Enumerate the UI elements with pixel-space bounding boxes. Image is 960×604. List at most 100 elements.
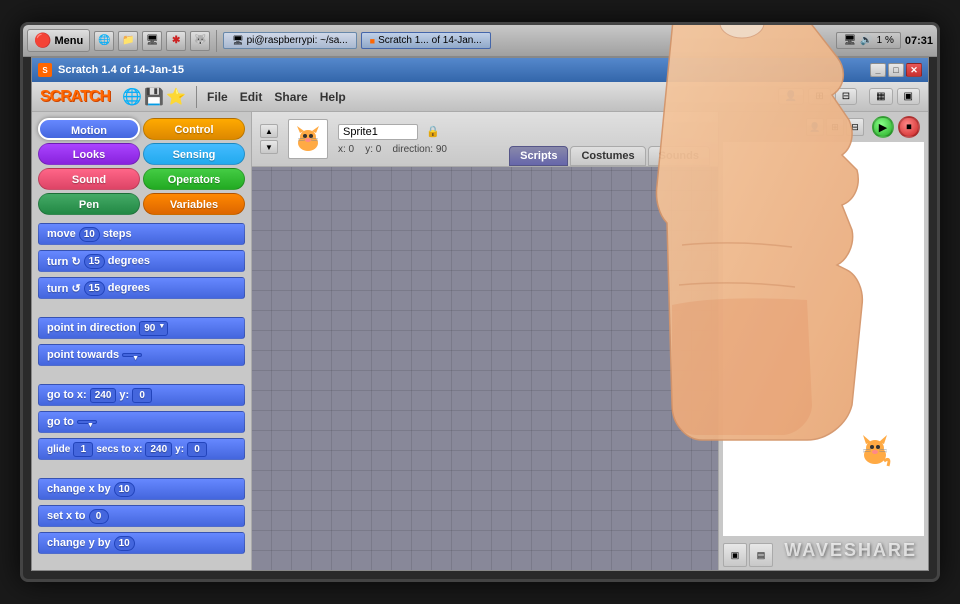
category-operators[interactable]: Operators [143, 168, 245, 190]
scratch-logo: SCRATCH [40, 88, 110, 106]
layout-btn-2[interactable]: ⊟ [835, 88, 857, 105]
stop-btn[interactable]: ⏹ [898, 116, 920, 138]
category-looks[interactable]: Looks [38, 143, 140, 165]
sys-tray: 🖥 🔊 1 % [836, 32, 900, 49]
layout-small-btn[interactable]: ▣ [897, 88, 920, 105]
volume-icon: 🔊 [860, 35, 872, 46]
category-motion[interactable]: Motion [38, 118, 140, 140]
block-spacer-3 [38, 465, 245, 473]
sprite-next-btn[interactable]: ▼ [260, 140, 278, 154]
sprite-prev-btn[interactable]: ▲ [260, 124, 278, 138]
sprite-name-row: 🔒 [338, 124, 447, 140]
menu-bar: File Edit Share Help [207, 90, 346, 104]
scratch-taskbar-title: Scratch 1... [378, 35, 429, 46]
stage-bottom-btn-2[interactable]: ▤ [749, 543, 773, 567]
window-titlebar: S Scratch 1.4 of 14-Jan-15 _ □ ✕ [32, 58, 928, 82]
block-goto[interactable]: go to [38, 411, 245, 433]
scratch-app-btn[interactable]: ■ Scratch 1... of 14-Jan... [361, 32, 491, 49]
scripts-panel: ▲ ▼ [252, 112, 718, 570]
close-button[interactable]: ✕ [906, 63, 922, 77]
sprite-y: y: 0 [365, 144, 381, 155]
menu-help[interactable]: Help [320, 90, 346, 104]
tb-icon-file[interactable]: 📁 [118, 31, 138, 51]
tb-icon-wolf[interactable]: 🐺 [190, 31, 210, 51]
scratch-main: Motion Control Looks Sensing Sound Opera… [32, 112, 928, 570]
block-set-x[interactable]: set x to 0 [38, 505, 245, 527]
taskbar: 🔴 Menu 🌐 📁 🖥 ✱ 🐺 🖥 pi@raspberrypi: ~/sa.… [23, 25, 937, 57]
tb-scratch-icon: ■ [370, 36, 375, 46]
sprite-bar: ▲ ▼ [252, 112, 718, 167]
layout-grid-btn[interactable]: ▦ [869, 88, 892, 105]
globe-icon-btn[interactable]: 🌐 [122, 87, 142, 107]
sprite-info: 🔒 x: 0 y: 0 direction: 90 [338, 124, 447, 155]
sprite-coords: x: 0 y: 0 direction: 90 [338, 144, 447, 155]
scratch-toolbar: SCRATCH 🌐 💾 ⭐ File Edit Share Help 👤 ⊞ ⊟… [32, 82, 928, 112]
menu-button[interactable]: 🔴 Menu [27, 29, 90, 52]
category-variables[interactable]: Variables [143, 193, 245, 215]
sprite-thumbnail [288, 119, 328, 159]
stage-user-btn[interactable]: 👤 [806, 118, 824, 136]
window-controls: _ □ ✕ [870, 63, 922, 77]
window-icon: S [38, 63, 52, 77]
layout-btn-1[interactable]: ⊞ [808, 88, 830, 105]
scratch-icons-left: 🌐 💾 ⭐ [122, 87, 186, 107]
sprite-direction: direction: 90 [393, 144, 447, 155]
block-glide[interactable]: glide 1 secs to x: 240 y: 0 [38, 438, 245, 460]
stage-cat-sprite [856, 431, 894, 476]
sprite-name-input[interactable] [338, 124, 418, 140]
category-control[interactable]: Control [143, 118, 245, 140]
tab-scripts[interactable]: Scripts [509, 146, 568, 166]
stage-icon-row: 👤 ⊞ ⊟ [806, 118, 868, 136]
category-sound[interactable]: Sound [38, 168, 140, 190]
tb-icon-globe[interactable]: 🌐 [94, 31, 114, 51]
block-change-y[interactable]: change y by 10 [38, 532, 245, 554]
volume-level: 1 % [877, 35, 894, 46]
stage-panel: 👤 ⊞ ⊟ ▶ ⏹ [718, 112, 928, 570]
taskbar-right: 🖥 🔊 1 % 07:31 [836, 32, 933, 49]
category-sensing[interactable]: Sensing [143, 143, 245, 165]
stage-bottom-btn-1[interactable]: ▣ [723, 543, 747, 567]
block-turn-ccw[interactable]: turn ↺ 15 degrees [38, 277, 245, 299]
stage-controls: 👤 ⊞ ⊟ ▶ ⏹ [719, 112, 928, 142]
tb-icon-asterisk[interactable]: ✱ [166, 31, 186, 51]
stage-view [723, 142, 924, 536]
tb-icon-screen[interactable]: 🖥 [142, 31, 162, 51]
blocks-list: move 10 steps turn ↻ 15 degrees turn ↺ 1… [32, 219, 251, 570]
block-change-x[interactable]: change x by 10 [38, 478, 245, 500]
menu-edit[interactable]: Edit [240, 90, 263, 104]
scripts-area[interactable] [252, 167, 718, 570]
block-goto-xy[interactable]: go to x: 240 y: 0 [38, 384, 245, 406]
block-point-towards[interactable]: point towards [38, 344, 245, 366]
stage-expand-btn[interactable]: ⊞ [826, 118, 844, 136]
maximize-button[interactable]: □ [888, 63, 904, 77]
block-turn-cw[interactable]: turn ↻ 15 degrees [38, 250, 245, 272]
block-point-direction[interactable]: point in direction 90 [38, 317, 245, 339]
category-pen[interactable]: Pen [38, 193, 140, 215]
terminal-app-btn[interactable]: 🖥 pi@raspberrypi: ~/sa... [223, 32, 356, 49]
block-spacer-2 [38, 371, 245, 379]
menu-label: Menu [54, 35, 83, 47]
tab-costumes[interactable]: Costumes [570, 146, 645, 166]
user-icon-btn[interactable]: 👤 [778, 88, 804, 105]
clock: 07:31 [905, 35, 933, 47]
sprite-nav: ▲ ▼ [260, 124, 278, 154]
tab-sounds[interactable]: Sounds [648, 146, 710, 166]
menu-file[interactable]: File [207, 90, 228, 104]
window-title: Scratch 1.4 of 14-Jan-15 [58, 64, 870, 76]
star-icon-btn[interactable]: ⭐ [166, 87, 186, 107]
scratch-window: S Scratch 1.4 of 14-Jan-15 _ □ ✕ SCRATCH… [31, 57, 929, 571]
sprite-x: x: 0 [338, 144, 354, 155]
terminal-title: pi@raspberrypi: ~/sa... [247, 35, 348, 46]
scratch-toolbar-right: 👤 ⊞ ⊟ ▦ ▣ [778, 88, 920, 105]
minimize-button[interactable]: _ [870, 63, 886, 77]
toolbar-divider [196, 86, 197, 108]
stage-shrink-btn[interactable]: ⊟ [846, 118, 864, 136]
categories: Motion Control Looks Sensing Sound Opera… [32, 112, 251, 219]
save-icon-btn[interactable]: 💾 [144, 87, 164, 107]
menu-share[interactable]: Share [274, 90, 307, 104]
lock-icon: 🔒 [426, 125, 440, 138]
blocks-panel: Motion Control Looks Sensing Sound Opera… [32, 112, 252, 570]
network-icon: 🖥 [843, 35, 856, 46]
block-move[interactable]: move 10 steps [38, 223, 245, 245]
green-flag-btn[interactable]: ▶ [872, 116, 894, 138]
